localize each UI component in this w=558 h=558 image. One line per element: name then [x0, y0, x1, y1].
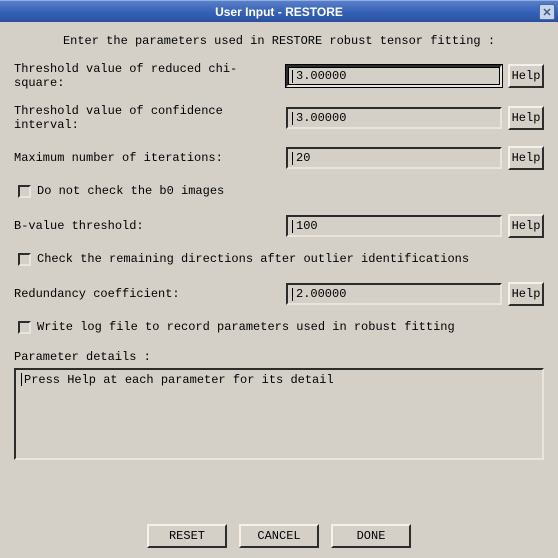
help-button-chi-square[interactable]: Help [508, 64, 544, 88]
input-value: 3.00000 [296, 110, 346, 126]
label-confidence: Threshold value of confidence interval: [14, 104, 286, 132]
row-redundancy: Redundancy coefficient: 2.00000 Help [14, 282, 544, 306]
instruction-text: Enter the parameters used in RESTORE rob… [14, 34, 544, 48]
row-bvalue: B-value threshold: 100 Help [14, 214, 544, 238]
checkbox-label-write-log: Write log file to record parameters used… [37, 320, 455, 334]
input-bvalue[interactable]: 100 [286, 215, 502, 237]
close-button[interactable]: ✕ [539, 4, 555, 20]
titlebar: User Input - RESTORE ✕ [0, 0, 558, 22]
input-chi-square[interactable]: 3.00000 [286, 65, 502, 87]
parameter-details-text: Press Help at each parameter for its det… [24, 373, 334, 387]
row-iterations: Maximum number of iterations: 20 Help [14, 146, 544, 170]
text-caret-icon [292, 220, 293, 233]
input-value: 3.00000 [296, 68, 346, 84]
parameter-details-label: Parameter details : [14, 350, 544, 364]
label-bvalue: B-value threshold: [14, 219, 286, 233]
checkbox-icon [18, 253, 31, 266]
cancel-button[interactable]: CANCEL [239, 524, 319, 548]
input-confidence[interactable]: 3.00000 [286, 107, 502, 129]
close-icon: ✕ [542, 6, 551, 19]
input-value: 2.00000 [296, 286, 346, 302]
help-button-confidence[interactable]: Help [508, 106, 544, 130]
text-caret-icon [21, 373, 22, 386]
label-redundancy: Redundancy coefficient: [14, 287, 286, 301]
input-value: 20 [296, 150, 310, 166]
input-redundancy[interactable]: 2.00000 [286, 283, 502, 305]
done-button[interactable]: DONE [331, 524, 411, 548]
checkbox-row-check-dirs[interactable]: Check the remaining directions after out… [18, 252, 544, 266]
dialog-content: Enter the parameters used in RESTORE rob… [0, 22, 558, 558]
label-chi-square: Threshold value of reduced chi-square: [14, 62, 286, 90]
text-caret-icon [292, 70, 293, 83]
help-button-redundancy[interactable]: Help [508, 282, 544, 306]
reset-button[interactable]: RESET [147, 524, 227, 548]
help-button-iterations[interactable]: Help [508, 146, 544, 170]
checkbox-label-check-dirs: Check the remaining directions after out… [37, 252, 469, 266]
row-chi-square: Threshold value of reduced chi-square: 3… [14, 62, 544, 90]
checkbox-row-write-log[interactable]: Write log file to record parameters used… [18, 320, 544, 334]
text-caret-icon [292, 288, 293, 301]
label-iterations: Maximum number of iterations: [14, 151, 286, 165]
checkbox-label-no-b0: Do not check the b0 images [37, 184, 224, 198]
text-caret-icon [292, 152, 293, 165]
input-value: 100 [296, 218, 318, 234]
text-caret-icon [292, 112, 293, 125]
checkbox-icon [18, 185, 31, 198]
checkbox-icon [18, 321, 31, 334]
input-iterations[interactable]: 20 [286, 147, 502, 169]
row-confidence: Threshold value of confidence interval: … [14, 104, 544, 132]
bottom-button-bar: RESET CANCEL DONE [0, 524, 558, 548]
checkbox-row-no-b0[interactable]: Do not check the b0 images [18, 184, 544, 198]
window-title: User Input - RESTORE [215, 5, 343, 19]
help-button-bvalue[interactable]: Help [508, 214, 544, 238]
parameter-details-box[interactable]: Press Help at each parameter for its det… [14, 368, 544, 460]
